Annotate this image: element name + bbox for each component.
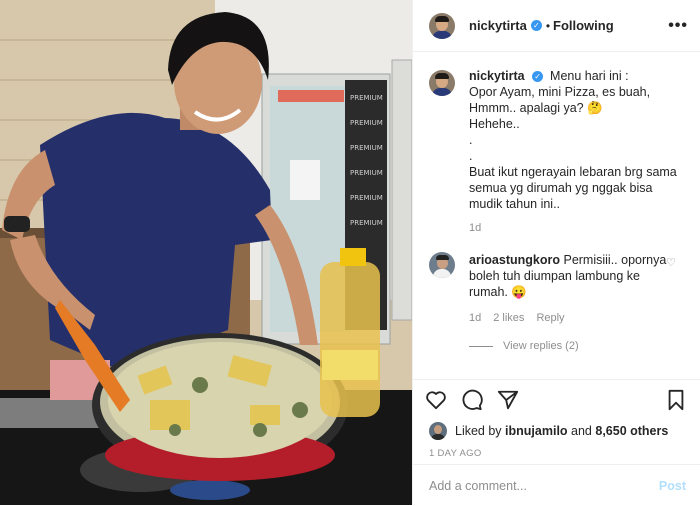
likes-and: and xyxy=(571,424,592,438)
caption-text-line: Hehehe.. xyxy=(469,117,520,131)
caption-text-line: semua yg dirumah yg nggak bisa xyxy=(469,181,653,195)
bookmark-icon[interactable] xyxy=(666,389,686,411)
svg-text:PREMIUM: PREMIUM xyxy=(350,119,383,127)
comment-meta: 1d 2 likes Reply xyxy=(469,310,669,326)
commenter-username[interactable]: arioastungkoro xyxy=(469,253,560,267)
caption-text-line: mudik tahun ini.. xyxy=(469,197,561,211)
likes-prefix: Liked by xyxy=(455,424,502,438)
caption-author-avatar[interactable] xyxy=(429,70,455,96)
instagram-post: PREMIUM PREMIUM PREMIUM PREMIUM PREMIUM PRE… xyxy=(0,0,700,505)
post-header: nickytirta ✓ • Following ••• xyxy=(413,0,700,52)
comment-body: arioastungkoro Permisiii.. opornya boleh… xyxy=(469,252,669,326)
post-timestamp[interactable]: 1 DAY AGO xyxy=(413,440,700,459)
author-avatar[interactable] xyxy=(429,12,455,39)
liker-username[interactable]: ibnujamilo xyxy=(505,424,568,438)
caption-time[interactable]: 1d xyxy=(469,220,684,236)
post-side-panel: nickytirta ✓ • Following ••• nickytirta … xyxy=(412,0,700,505)
caption-text-line: . xyxy=(469,133,473,147)
share-icon[interactable] xyxy=(497,389,519,411)
comment-item: arioastungkoro Permisiii.. opornya boleh… xyxy=(413,236,700,326)
commenter-avatar[interactable] xyxy=(429,252,455,278)
verified-badge-icon: ✓ xyxy=(532,71,544,82)
liker-avatar[interactable] xyxy=(429,422,447,440)
view-replies-label: View replies (2) xyxy=(503,340,579,352)
likes-summary: Liked by ibnujamilo and 8,650 others xyxy=(413,412,700,440)
following-button[interactable]: Following xyxy=(553,18,614,33)
replies-divider xyxy=(469,345,493,347)
heart-icon[interactable] xyxy=(425,390,447,410)
caption-text-line: Menu hari ini : xyxy=(550,69,629,83)
comment-like-heart-icon[interactable]: ♡ xyxy=(666,256,676,269)
caption-text-line: . xyxy=(469,149,473,163)
add-comment-input[interactable] xyxy=(427,477,659,494)
likes-count[interactable]: 8,650 others xyxy=(595,424,668,438)
svg-text:PREMIUM: PREMIUM xyxy=(350,144,383,152)
photo-illustration: PREMIUM PREMIUM PREMIUM PREMIUM PREMIUM PRE… xyxy=(0,0,412,505)
caption-username[interactable]: nickytirta xyxy=(469,69,525,83)
separator-dot: • xyxy=(545,18,551,33)
add-comment-bar: Post xyxy=(413,464,700,506)
svg-text:PREMIUM: PREMIUM xyxy=(350,94,383,102)
comment-likes[interactable]: 2 likes xyxy=(493,310,524,326)
caption-text-line: Buat ikut ngerayain lebaran brg sama xyxy=(469,165,677,179)
caption: nickytirta ✓ Menu hari ini : Opor Ayam, … xyxy=(413,52,700,236)
comment-time[interactable]: 1d xyxy=(469,310,481,326)
post-photo[interactable]: PREMIUM PREMIUM PREMIUM PREMIUM PREMIUM PRE… xyxy=(0,0,412,505)
post-comment-button[interactable]: Post xyxy=(659,479,686,493)
reply-button[interactable]: Reply xyxy=(536,310,564,326)
caption-first-line: nickytirta ✓ Menu hari ini : xyxy=(469,68,684,84)
svg-text:PREMIUM: PREMIUM xyxy=(350,219,383,227)
comments-list[interactable]: nickytirta ✓ Menu hari ini : Opor Ayam, … xyxy=(413,52,700,379)
svg-text:PREMIUM: PREMIUM xyxy=(350,194,383,202)
more-options-icon[interactable]: ••• xyxy=(668,17,688,35)
caption-body: nickytirta ✓ Menu hari ini : Opor Ayam, … xyxy=(469,68,684,236)
author-username[interactable]: nickytirta xyxy=(469,18,527,33)
verified-badge-icon: ✓ xyxy=(530,20,542,31)
action-bar xyxy=(413,380,700,412)
svg-text:PREMIUM: PREMIUM xyxy=(350,169,383,177)
caption-text-line: Opor Ayam, mini Pizza, es buah, xyxy=(469,85,651,99)
view-replies-button[interactable]: View replies (2) xyxy=(469,340,700,352)
comment-icon[interactable] xyxy=(461,389,483,411)
caption-text-line: Hmmm.. apalagi ya? 🤔 xyxy=(469,101,603,115)
post-actions-section: Liked by ibnujamilo and 8,650 others 1 D… xyxy=(413,379,700,459)
